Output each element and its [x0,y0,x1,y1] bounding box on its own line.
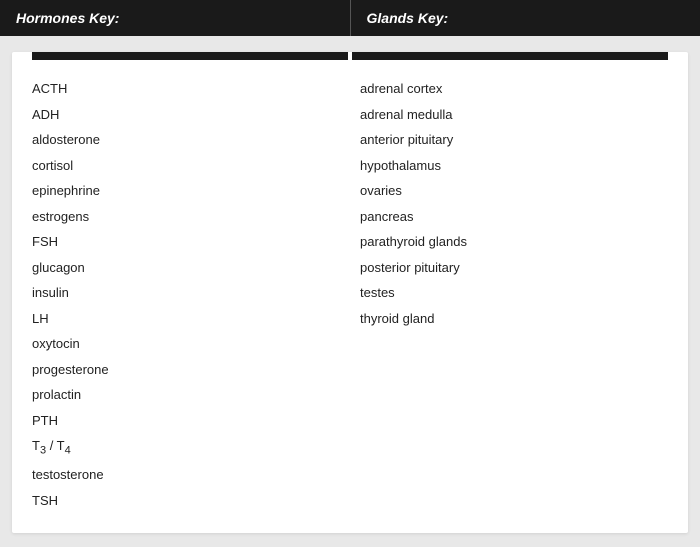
glands-column: adrenal cortex adrenal medulla anterior … [350,76,668,513]
list-item: PTH [32,408,340,434]
list-item: TSH [32,488,340,514]
left-divider-bar [32,52,348,60]
header-bar: Hormones Key: Glands Key: [0,0,700,36]
list-item: testosterone [32,462,340,488]
list-item: insulin [32,280,340,306]
list-item: glucagon [32,255,340,281]
hormones-key-label: Hormones Key: [16,10,119,26]
list-item: hypothalamus [360,153,668,179]
list-item: estrogens [32,204,340,230]
hormones-key-header: Hormones Key: [0,0,351,36]
subscript-3: 3 [40,445,46,457]
right-divider-bar [352,52,668,60]
hormones-column: ACTH ADH aldosterone cortisol epinephrin… [32,76,350,513]
list-item: anterior pituitary [360,127,668,153]
list-item: oxytocin [32,331,340,357]
list-item: aldosterone [32,127,340,153]
list-item: parathyroid glands [360,229,668,255]
list-item: T3 / T4 [32,433,340,462]
main-card: ACTH ADH aldosterone cortisol epinephrin… [12,52,688,533]
list-item: epinephrine [32,178,340,204]
list-item: cortisol [32,153,340,179]
list-item: FSH [32,229,340,255]
list-item: testes [360,280,668,306]
subscript-4: 4 [65,445,71,457]
list-item: progesterone [32,357,340,383]
list-item: adrenal medulla [360,102,668,128]
glands-key-label: Glands Key: [367,10,449,26]
list-item: LH [32,306,340,332]
list-item: pancreas [360,204,668,230]
list-item: posterior pituitary [360,255,668,281]
glands-key-header: Glands Key: [351,0,700,36]
list-item: ADH [32,102,340,128]
content-area: ACTH ADH aldosterone cortisol epinephrin… [12,76,688,513]
list-item: ovaries [360,178,668,204]
list-item: thyroid gland [360,306,668,332]
list-item: ACTH [32,76,340,102]
list-item: prolactin [32,382,340,408]
list-item: adrenal cortex [360,76,668,102]
